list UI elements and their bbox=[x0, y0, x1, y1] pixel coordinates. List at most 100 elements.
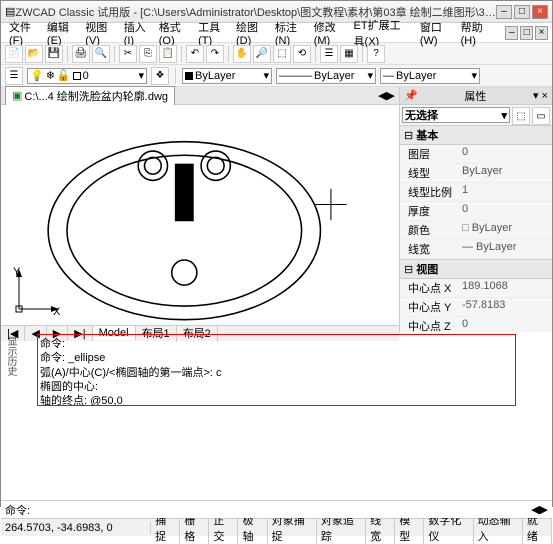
design-center-icon[interactable]: ▦ bbox=[340, 45, 358, 63]
chevron-down-icon: ▾ bbox=[501, 109, 507, 122]
prop-value: 1 bbox=[460, 183, 552, 201]
properties-icon[interactable]: ☰ bbox=[320, 45, 338, 63]
zoom-prev-icon[interactable]: ⟲ bbox=[293, 45, 311, 63]
prop-row[interactable]: 中心点 Y-57.8183 bbox=[400, 298, 552, 317]
menu-window[interactable]: 窗口(W) bbox=[416, 17, 455, 49]
command-history[interactable]: 命令:命令: _ellipse弧(A)/中心(C)/<椭圆轴的第一端点>: c椭… bbox=[37, 334, 516, 406]
layer-color-swatch bbox=[73, 72, 81, 80]
selection-combo[interactable]: 无选择 ▾ bbox=[402, 107, 510, 123]
print-icon[interactable]: 🖨 bbox=[72, 45, 90, 63]
cmd-scroll-left[interactable]: ◀ bbox=[531, 503, 539, 516]
toolbar-layers: ☰ 💡 ❄ 🔓 0 ▾ ❖ ByLayer ▾ ———ByLayer ▾ —By… bbox=[1, 65, 552, 87]
file-tab-label: C:\...4 绘制洗脸盆内轮廓.dwg bbox=[24, 88, 168, 104]
chevron-down-icon: ▾ bbox=[367, 69, 373, 82]
prop-key: 线宽 bbox=[400, 240, 460, 258]
pan-icon[interactable]: ✋ bbox=[233, 45, 251, 63]
main-area: ▣ C:\...4 绘制洗脸盆内轮廓.dwg ◀ ▶ bbox=[1, 87, 552, 332]
copy-icon[interactable]: ⎘ bbox=[139, 45, 157, 63]
command-history-line: 命令: _ellipse bbox=[40, 351, 513, 365]
properties-panel: 📌 属性 ▾ × 无选择 ▾ ⬚ ▭ 基本图层0线型ByLayer线型比例1厚度… bbox=[400, 87, 552, 332]
tab-scroll-right[interactable]: ▶ bbox=[387, 89, 395, 102]
doc-close-button[interactable]: × bbox=[535, 26, 548, 40]
maximize-button[interactable]: □ bbox=[514, 5, 530, 19]
layer-combo[interactable]: 💡 ❄ 🔓 0 ▾ bbox=[27, 68, 147, 84]
prop-key: 颜色 bbox=[400, 221, 460, 239]
status-coords[interactable]: 264.5703, -34.6983, 0 bbox=[1, 522, 151, 534]
open-icon[interactable]: 📂 bbox=[25, 45, 43, 63]
prop-row[interactable]: 线型ByLayer bbox=[400, 164, 552, 183]
prop-row[interactable]: 厚度0 bbox=[400, 202, 552, 221]
panel-menu-icon[interactable]: ▾ bbox=[533, 90, 539, 102]
linetype-value: ByLayer bbox=[314, 70, 354, 82]
layer-prev-icon[interactable]: ❖ bbox=[151, 67, 169, 85]
prop-key: 中心点 Z bbox=[400, 317, 460, 332]
prop-row[interactable]: 中心点 X189.1068 bbox=[400, 279, 552, 298]
prop-row[interactable]: 线型比例1 bbox=[400, 183, 552, 202]
doc-minimize-button[interactable]: – bbox=[505, 26, 518, 40]
help-icon[interactable]: ? bbox=[367, 45, 385, 63]
command-whitespace bbox=[1, 408, 552, 500]
color-value: ByLayer bbox=[195, 70, 235, 82]
prop-value: ByLayer bbox=[460, 164, 552, 182]
minimize-button[interactable]: – bbox=[496, 5, 512, 19]
linetype-combo[interactable]: ———ByLayer ▾ bbox=[276, 68, 376, 84]
tab-scroll-left[interactable]: ◀ bbox=[378, 89, 386, 102]
command-history-line: 弧(A)/中心(C)/<椭圆轴的第一端点>: c bbox=[40, 366, 513, 380]
command-area: 显示历史 命令:命令: _ellipse弧(A)/中心(C)/<椭圆轴的第一端点… bbox=[1, 334, 552, 518]
menu-help[interactable]: 帮助(H) bbox=[457, 17, 494, 49]
prop-key: 线型比例 bbox=[400, 183, 460, 201]
menubar: 文件(F) 编辑(E) 视图(V) 插入(I) 格式(O) 工具(T) 绘图(D… bbox=[1, 23, 552, 43]
file-tab-active[interactable]: ▣ C:\...4 绘制洗脸盆内轮廓.dwg bbox=[5, 86, 175, 106]
prop-group[interactable]: 视图 bbox=[400, 259, 552, 279]
window-buttons: – □ × bbox=[496, 5, 548, 19]
drawing-canvas[interactable]: YX bbox=[1, 105, 399, 325]
cmd-scroll-right[interactable]: ▶ bbox=[540, 503, 548, 516]
chevron-down-icon: ▾ bbox=[263, 69, 269, 82]
color-swatch bbox=[185, 72, 193, 80]
paste-icon[interactable]: 📋 bbox=[159, 45, 177, 63]
prop-row[interactable]: 中心点 Z0 bbox=[400, 317, 552, 332]
prop-row[interactable]: 线宽— ByLayer bbox=[400, 240, 552, 259]
command-history-line: 命令: bbox=[40, 337, 513, 351]
properties-grid[interactable]: 基本图层0线型ByLayer线型比例1厚度0颜色□ ByLayer线宽— ByL… bbox=[400, 125, 552, 332]
select-objects-icon[interactable]: ▭ bbox=[532, 107, 550, 125]
command-input[interactable] bbox=[30, 504, 531, 516]
prop-key: 中心点 X bbox=[400, 279, 460, 297]
chevron-down-icon: ▾ bbox=[138, 69, 144, 82]
statusbar: 264.5703, -34.6983, 0 捕捉栅格正交极轴对象捕捉对象追踪线宽… bbox=[1, 518, 552, 536]
prop-value: 0 bbox=[460, 317, 552, 332]
prop-value: 0 bbox=[460, 202, 552, 220]
selection-label: 无选择 bbox=[405, 107, 438, 123]
panel-close-icon[interactable]: × bbox=[542, 90, 548, 102]
prop-row[interactable]: 图层0 bbox=[400, 145, 552, 164]
file-icon: ▣ bbox=[12, 89, 22, 102]
prop-key: 线型 bbox=[400, 164, 460, 182]
close-button[interactable]: × bbox=[532, 5, 548, 19]
command-prompt: 命令: bbox=[5, 502, 30, 518]
prop-group[interactable]: 基本 bbox=[400, 125, 552, 145]
color-combo[interactable]: ByLayer ▾ bbox=[182, 68, 272, 84]
undo-icon[interactable]: ↶ bbox=[186, 45, 204, 63]
cut-icon[interactable]: ✂ bbox=[119, 45, 137, 63]
pin-icon[interactable]: 📌 bbox=[404, 89, 418, 102]
lineweight-combo[interactable]: —ByLayer ▾ bbox=[380, 68, 480, 84]
prop-value: □ ByLayer bbox=[460, 221, 552, 239]
new-icon[interactable]: 📄 bbox=[5, 45, 23, 63]
prop-row[interactable]: 颜色□ ByLayer bbox=[400, 221, 552, 240]
command-history-line: 椭圆的中心: bbox=[40, 380, 513, 394]
prop-key: 图层 bbox=[400, 145, 460, 163]
prop-key: 厚度 bbox=[400, 202, 460, 220]
redo-icon[interactable]: ↷ bbox=[206, 45, 224, 63]
prop-value: -57.8183 bbox=[460, 298, 552, 316]
quick-select-icon[interactable]: ⬚ bbox=[512, 107, 530, 125]
lock-icon: 🔓 bbox=[57, 69, 71, 82]
layer-manager-icon[interactable]: ☰ bbox=[5, 67, 23, 85]
zoom-window-icon[interactable]: ⬚ bbox=[273, 45, 291, 63]
layer-name: 0 bbox=[83, 70, 89, 82]
prop-key: 中心点 Y bbox=[400, 298, 460, 316]
doc-restore-button[interactable]: □ bbox=[520, 26, 533, 40]
zoom-icon[interactable]: 🔎 bbox=[253, 45, 271, 63]
save-icon[interactable]: 💾 bbox=[45, 45, 63, 63]
preview-icon[interactable]: 🔍 bbox=[92, 45, 110, 63]
properties-title: 属性 bbox=[464, 88, 486, 104]
